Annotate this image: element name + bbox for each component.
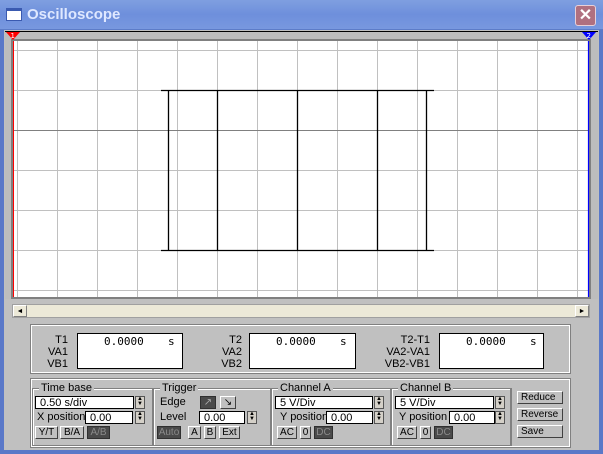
t2-value: 0.0000 — [276, 335, 316, 348]
trigger-auto-button[interactable]: Auto — [157, 426, 181, 439]
timebase-scale-select[interactable]: 0.50 s/div — [35, 396, 134, 409]
channel-a-zero-button[interactable]: 0 — [300, 426, 311, 439]
va2-va1-label: VA2-VA1 — [386, 346, 430, 358]
readout-diff-box: 0.0000 s — [439, 333, 544, 369]
timebase-title: Time base — [39, 382, 94, 394]
readout-t1-box: 0.0000 s — [77, 333, 183, 369]
mode-ba-button[interactable]: B/A — [60, 426, 84, 439]
channel-a-ypos-input[interactable]: 0.00 — [326, 411, 373, 424]
scroll-left-button[interactable]: ◄ — [13, 305, 27, 317]
t1-label: T1 — [55, 334, 68, 346]
reverse-button[interactable]: Reverse — [517, 408, 563, 421]
readout-t2-labels: T2 VA2 VB2 — [202, 334, 242, 370]
window-border-bottom — [0, 450, 603, 454]
cursor-2-label: 2 — [587, 32, 591, 40]
cursor-1-label: 1 — [11, 32, 15, 40]
rising-edge-button[interactable]: ↗ — [200, 396, 216, 409]
scroll-right-button[interactable]: ► — [575, 305, 589, 317]
channel-b-scale-select[interactable]: 5 V/Div — [395, 396, 494, 409]
channel-a-scale-select[interactable]: 5 V/Div — [275, 396, 373, 409]
channel-a-title: Channel A — [278, 382, 333, 394]
channel-b-zero-button[interactable]: 0 — [420, 426, 431, 439]
horizontal-scrollbar[interactable]: ◄ ► — [12, 304, 590, 318]
scope-screen: 1 2 — [6, 32, 596, 299]
channel-a-ac-button[interactable]: AC — [277, 426, 297, 439]
t2-t1-unit: s — [530, 335, 537, 348]
channel-b-ypos-spinner[interactable]: ▲ ▼ — [495, 411, 505, 424]
xpos-spinner[interactable]: ▲ ▼ — [135, 411, 145, 424]
t1-value: 0.0000 — [104, 335, 144, 348]
channel-b-dc-button[interactable]: DC — [434, 426, 453, 439]
timebase-scale-spinner[interactable]: ▲ ▼ — [135, 396, 145, 409]
channel-b-title: Channel B — [398, 382, 454, 394]
channel-a-scale-spinner[interactable]: ▲ ▼ — [374, 396, 384, 409]
channel-a-ypos-label: Y position — [280, 411, 329, 423]
actions-divider — [511, 388, 512, 446]
vb1-label: VB1 — [47, 358, 68, 370]
mode-ab-button[interactable]: A/B — [87, 426, 110, 439]
channel-b-scale-spinner[interactable]: ▲ ▼ — [495, 396, 505, 409]
edge-label: Edge — [160, 396, 186, 408]
trigger-ext-button[interactable]: Ext — [219, 426, 240, 439]
channel-a-ypos-spinner[interactable]: ▲ ▼ — [374, 411, 384, 424]
va1-label: VA1 — [48, 346, 68, 358]
t2-t1-value: 0.0000 — [466, 335, 506, 348]
level-label: Level — [160, 411, 187, 423]
save-button[interactable]: Save — [517, 425, 563, 438]
t1-unit: s — [168, 335, 175, 348]
channel-b-ac-button[interactable]: AC — [397, 426, 417, 439]
readout-diff-labels: T2-T1 VA2-VA1 VB2-VB1 — [378, 334, 430, 370]
reduce-button[interactable]: Reduce — [517, 391, 563, 404]
vb2-vb1-label: VB2-VB1 — [384, 358, 430, 370]
mode-yt-button[interactable]: Y/T — [35, 426, 58, 439]
trigger-title: Trigger — [160, 382, 199, 394]
t2-unit: s — [340, 335, 347, 348]
channel-b-ypos-input[interactable]: 0.00 — [449, 411, 495, 424]
channel-b-ypos-label: Y position — [399, 411, 448, 423]
xpos-input[interactable]: 0.00 — [85, 411, 133, 424]
t2-label: T2 — [229, 334, 242, 346]
level-input[interactable]: 0.00 — [199, 411, 245, 424]
readout-t1-labels: T1 VA1 VB1 — [28, 334, 68, 370]
va2-label: VA2 — [222, 346, 242, 358]
falling-edge-button[interactable]: ↘ — [220, 396, 236, 409]
level-spinner[interactable]: ▲ ▼ — [247, 411, 257, 424]
readout-t2-box: 0.0000 s — [249, 333, 356, 369]
trigger-b-button[interactable]: B — [204, 426, 216, 439]
t2-t1-label: T2-T1 — [400, 334, 430, 346]
trigger-a-button[interactable]: A — [188, 426, 201, 439]
xpos-label: X position — [37, 411, 86, 423]
channel-a-dc-button[interactable]: DC — [314, 426, 333, 439]
vb2-label: VB2 — [221, 358, 242, 370]
